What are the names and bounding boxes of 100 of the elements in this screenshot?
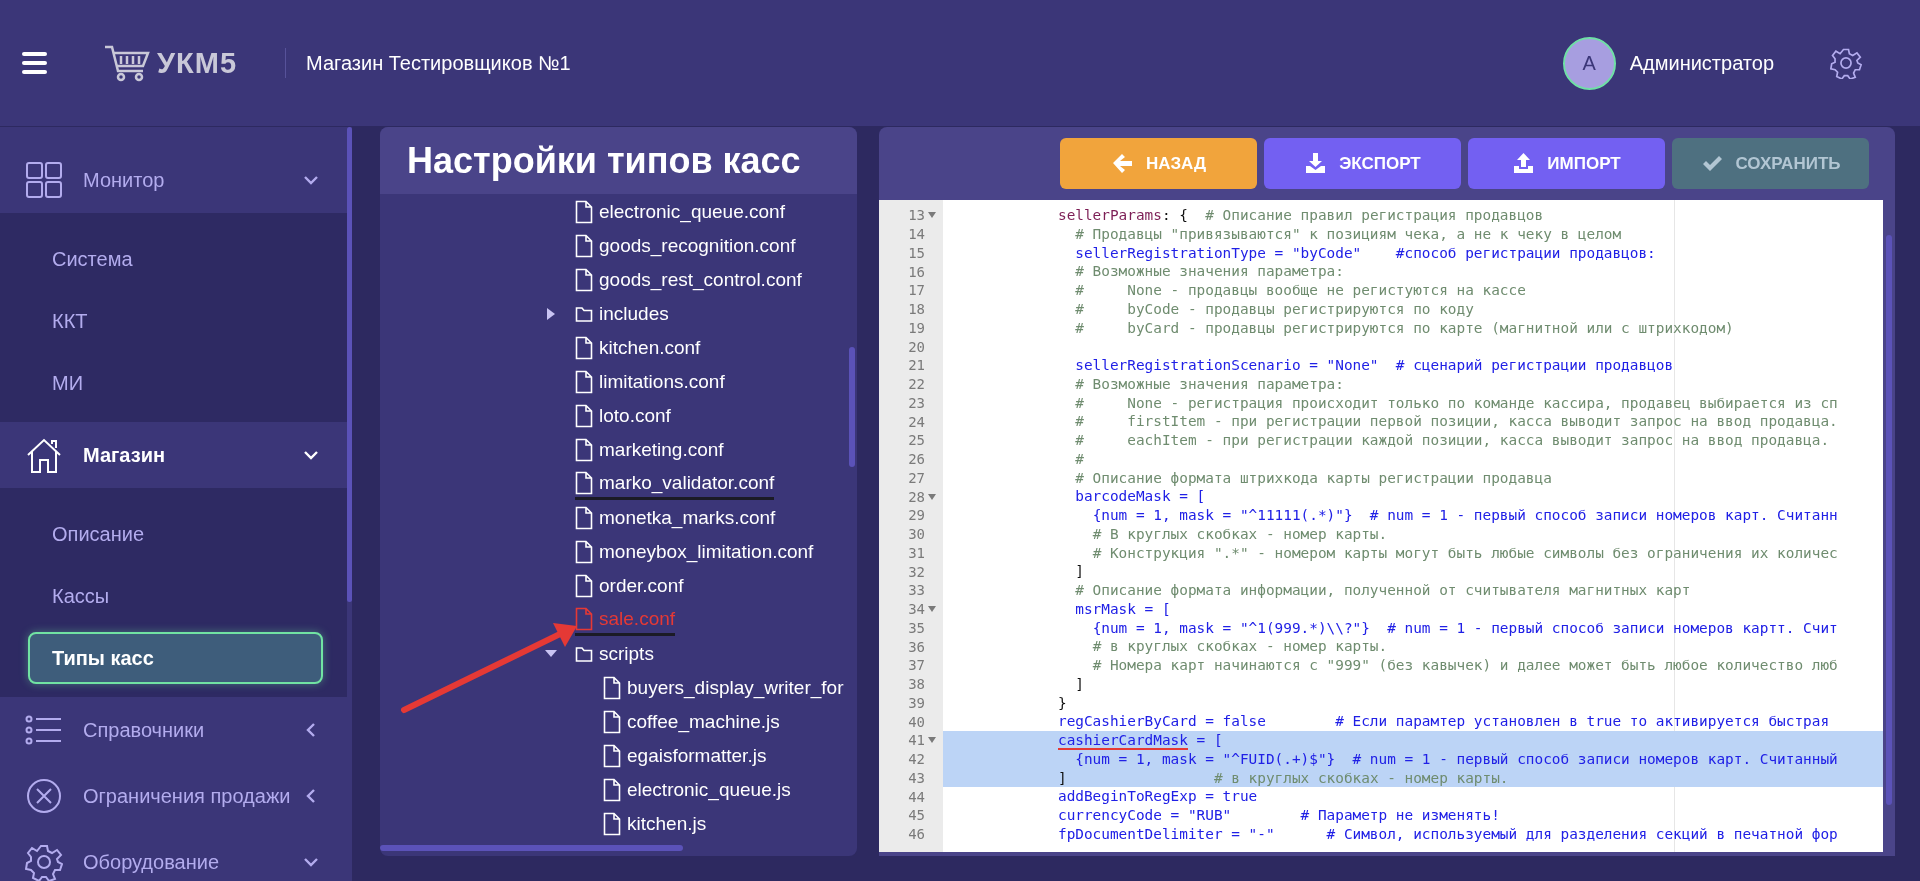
file-item[interactable]: buyers_display_writer_for [603, 672, 844, 704]
file-item[interactable]: goods_rest_control.conf [575, 264, 802, 296]
expand-arrow-icon[interactable] [545, 307, 557, 321]
code-text: msrMask = [ [1075, 600, 1171, 617]
file-icon [575, 370, 593, 394]
file-item[interactable]: limitations.conf [575, 366, 725, 398]
code-comment: # Описание правил регистрация продавцов [1205, 207, 1544, 223]
code-punctuation: : { [1161, 207, 1188, 223]
line-number: 21 [908, 357, 925, 374]
code-comment: # None - продавцы вообще не регистуются на кассе [1075, 282, 1526, 298]
panel-title: Настройки типов касс [380, 127, 857, 194]
menu-icon[interactable] [22, 52, 47, 74]
gear-icon [25, 843, 63, 881]
folder-item[interactable]: includes [575, 298, 669, 330]
code-punctuation: ] [1057, 769, 1067, 786]
line-number: 37 [908, 657, 925, 674]
file-item[interactable]: monetka_marks.conf [575, 502, 776, 534]
file-icon [603, 778, 621, 802]
file-item[interactable]: coffee_machine.js [603, 706, 780, 738]
line-number: 16 [908, 263, 925, 280]
submenu-item[interactable]: Типы касс [28, 632, 323, 684]
line-number: 14 [908, 226, 925, 243]
file-icon [603, 744, 621, 768]
file-item[interactable]: goods_recognition.conf [575, 230, 796, 262]
export-button[interactable]: ЭКСПОРТ [1264, 138, 1461, 189]
sidebar-section[interactable]: Оборудование [0, 829, 347, 881]
line-number: 23 [908, 394, 925, 411]
line-number: 33 [908, 582, 925, 599]
file-icon [575, 200, 593, 224]
line-number: 24 [908, 413, 925, 430]
grid-icon [25, 161, 63, 199]
code-comment: # в круглых скобках - номер карты. [1092, 638, 1388, 655]
file-icon [575, 574, 593, 598]
code-comment: # В круглых скобках - номер карты. [1092, 525, 1388, 542]
logo-text: УКМ5 [157, 46, 238, 80]
submenu-item[interactable]: Кассы [0, 565, 347, 627]
file-item[interactable]: marketing.conf [575, 434, 724, 466]
line-number: 26 [908, 451, 925, 468]
sidebar-section[interactable]: Монитор [0, 147, 347, 213]
file-item[interactable]: electronic_queue.js [603, 774, 791, 806]
scrollbar[interactable] [849, 347, 855, 467]
code-text: sellerRegistrationScenario = "None" # сценарий регистрации продавцов [1075, 357, 1674, 373]
sidebar-section[interactable]: Справочники [0, 697, 347, 763]
code-comment: # Продавцы "привязываются" к позициям чека, а не к чеку в целом [1075, 225, 1622, 242]
file-icon [575, 336, 593, 360]
line-number: 32 [908, 563, 925, 580]
code-comment: # Описание формата информации, полученной от считывателя магнитных карт [1075, 582, 1691, 598]
import-button[interactable]: ИМПОРТ [1468, 138, 1665, 189]
file-icon [603, 812, 621, 836]
file-item[interactable]: moneybox_limitation.conf [575, 536, 814, 568]
file-item[interactable]: loto.conf [575, 400, 671, 432]
line-number: 31 [908, 544, 925, 561]
user-avatar[interactable]: А [1562, 36, 1616, 90]
scrollbar[interactable] [1886, 235, 1892, 805]
line-number: 42 [908, 751, 925, 768]
file-item[interactable]: order.conf [575, 570, 684, 602]
line-number: 19 [908, 319, 925, 336]
code-comment: # Конструкция ".*" - номером карты могут быть любые символы без ограничения их количес [1092, 544, 1838, 561]
file-icon [575, 404, 593, 428]
download-icon [1304, 152, 1328, 175]
line-number: 25 [908, 432, 925, 449]
code-comment: # в круглых скобках - номер карты. [1213, 769, 1509, 786]
store-name: Магазин Тестировщиков №1 [306, 51, 571, 75]
fold-arrow-icon[interactable] [928, 212, 936, 219]
submenu-item[interactable]: Описание [0, 503, 347, 565]
settings-icon[interactable] [1830, 47, 1862, 79]
sidebar-section[interactable]: Ограничения продажи [0, 763, 347, 829]
cancel-icon [25, 777, 63, 815]
code-punctuation: ] [1075, 563, 1084, 580]
code-key: sellerParams [1057, 207, 1162, 223]
horizontal-scrollbar[interactable] [380, 845, 683, 851]
sidebar-section[interactable]: Магазин [0, 422, 347, 488]
submenu-item[interactable]: Система [0, 228, 347, 290]
fold-arrow-icon[interactable] [928, 737, 936, 744]
code-text: fpDocumentDelimiter = "-" # Символ, используемый для разделения секций в печатной фор [1057, 825, 1838, 842]
file-item[interactable]: kitchen.js [603, 808, 707, 840]
scrollbar[interactable] [347, 127, 352, 602]
code-comment: # Описание формата штрихкода карты регистрации продавца [1075, 469, 1552, 486]
line-number: 17 [908, 282, 925, 299]
line-number: 15 [908, 244, 925, 261]
fold-arrow-icon[interactable] [928, 606, 936, 613]
file-item[interactable]: marko_validator.conf [575, 468, 775, 500]
fold-arrow-icon[interactable] [928, 493, 936, 500]
code-comment: # Номера карт начинаются с "999" (без кавычек) и далее может быть любое количество люб [1092, 657, 1838, 673]
folder-item[interactable]: scripts [575, 638, 654, 670]
user-name[interactable]: Администратор [1629, 51, 1774, 75]
file-item[interactable]: kitchen.conf [575, 332, 701, 364]
code-text: regCashierByCard = false # Если парамтер установлен в true то активируется быстрая [1057, 713, 1830, 730]
file-icon [575, 470, 593, 495]
line-number: 22 [908, 376, 925, 393]
submenu-item[interactable]: ККТ [0, 290, 347, 352]
code-punctuation: ] [1075, 675, 1084, 692]
file-item[interactable]: egaisformatter.js [603, 740, 767, 772]
code-comment: # eachItem - при регистрации каждой позиции, касса выводит запрос на ввод продавца. [1075, 432, 1830, 448]
code-text: addBeginToRegExp = true [1057, 788, 1258, 805]
line-number: 45 [908, 807, 925, 824]
code-text: barcodeMask = [ [1075, 488, 1206, 505]
submenu-item[interactable]: МИ [0, 352, 347, 414]
file-item[interactable]: electronic_queue.conf [575, 196, 785, 228]
code-text: {num = 1, mask = "^11111(.*)"} # num = 1 - первый способ записи номеров карт. Считанн [1092, 507, 1838, 523]
